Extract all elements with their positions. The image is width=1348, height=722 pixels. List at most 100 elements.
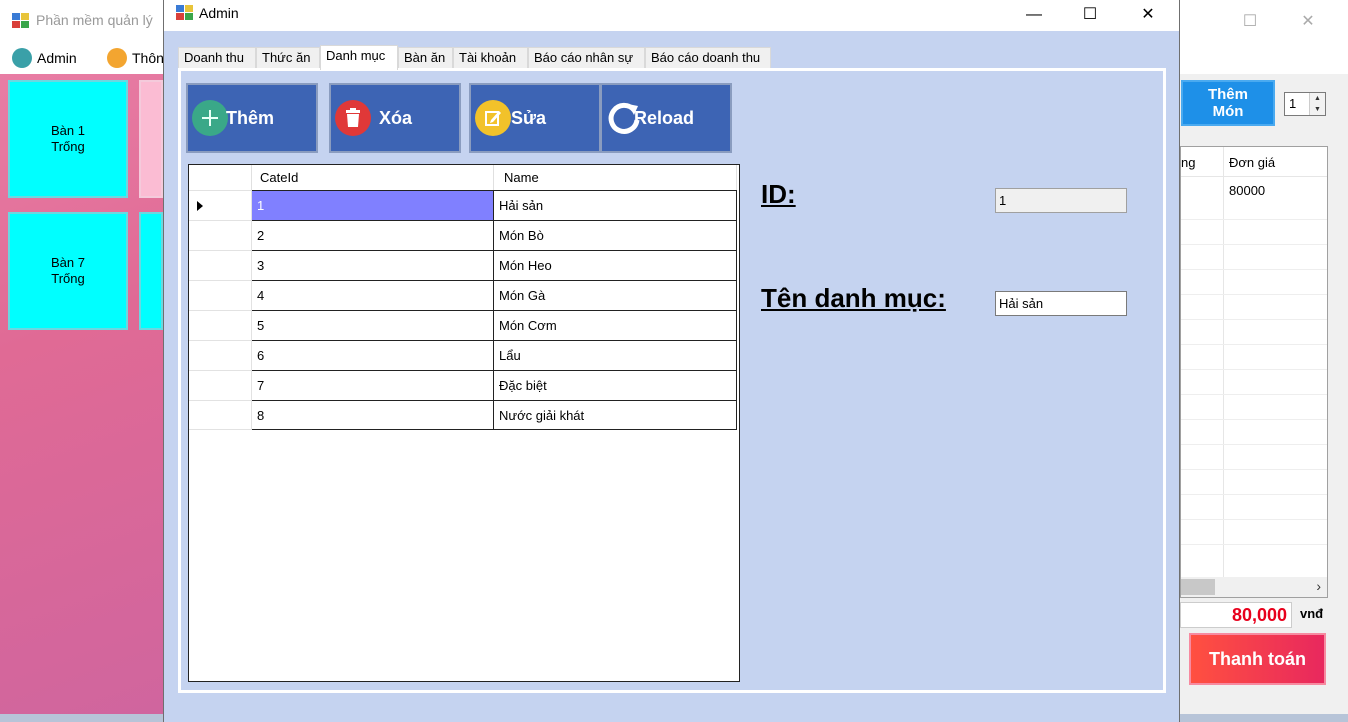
stepper-down-icon[interactable]: ▼ xyxy=(1310,104,1325,115)
row-selector[interactable] xyxy=(189,190,252,220)
cell-cateid[interactable]: 7 xyxy=(252,370,494,400)
tab-accounts[interactable]: Tài khoản xyxy=(453,47,528,69)
category-name-field[interactable]: Hải sản xyxy=(995,291,1127,316)
row-divider xyxy=(1181,544,1327,545)
total-price-field: 80,000 xyxy=(1180,602,1292,628)
cell-cateid[interactable]: 5 xyxy=(252,310,494,340)
cell-name[interactable]: Nước giải khát xyxy=(494,400,737,430)
cell-name[interactable]: Món Bò xyxy=(494,220,737,250)
bill-list[interactable]: ng Đơn giá 80000 › xyxy=(1180,146,1328,598)
scrollbar-thumb[interactable] xyxy=(1181,579,1215,595)
app-icon xyxy=(176,5,194,24)
cell-name[interactable]: Món Heo xyxy=(494,250,737,280)
pay-button[interactable]: Thanh toán xyxy=(1189,633,1326,685)
row-selector[interactable] xyxy=(189,280,252,310)
cell-cateid[interactable]: 2 xyxy=(252,220,494,250)
table-name: Bàn 1 xyxy=(51,123,85,138)
chevron-right-icon[interactable]: › xyxy=(1316,578,1321,594)
admin-icon xyxy=(12,48,32,68)
cell-cateid[interactable]: 6 xyxy=(252,340,494,370)
stepper-up-icon[interactable]: ▲ xyxy=(1310,93,1325,104)
column-header-cateid[interactable]: CateId xyxy=(252,165,494,191)
minimize-icon[interactable]: — xyxy=(1011,0,1057,31)
maximize-icon[interactable]: ☐ xyxy=(1230,10,1270,34)
menu-item-label: Admin xyxy=(37,50,77,66)
cell-name[interactable]: Đặc biệt xyxy=(494,370,737,400)
tab-food[interactable]: Thức ăn xyxy=(256,47,320,69)
id-field[interactable]: 1 xyxy=(995,188,1127,213)
horizontal-scrollbar[interactable]: › xyxy=(1181,577,1327,597)
cell-name[interactable]: Hải sản xyxy=(494,190,737,220)
menu-item-admin[interactable]: Admin xyxy=(12,47,77,69)
row-divider xyxy=(1181,244,1327,245)
admin-title-bar: Admin — ☐ ✕ xyxy=(164,0,1179,31)
menu-item-label: Thôn xyxy=(132,50,164,66)
bill-list-header: ng Đơn giá xyxy=(1181,147,1327,177)
cell-name[interactable]: Lẩu xyxy=(494,340,737,370)
cell-cateid[interactable]: 3 xyxy=(252,250,494,280)
reload-button-label: Reload xyxy=(634,107,695,128)
trash-icon xyxy=(335,100,371,136)
add-dish-button[interactable]: Thêm Món xyxy=(1181,80,1275,126)
cell-name[interactable]: Món Gà xyxy=(494,280,737,310)
row-selector[interactable] xyxy=(189,250,252,280)
row-selector[interactable] xyxy=(189,340,252,370)
cell-cateid[interactable]: 4 xyxy=(252,280,494,310)
edit-button-label: Sửa xyxy=(511,107,547,128)
column-divider xyxy=(1223,147,1224,577)
maximize-icon[interactable]: ☐ xyxy=(1067,0,1113,31)
cell-name[interactable]: Món Cơm xyxy=(494,310,737,340)
plus-icon xyxy=(192,100,228,136)
currency-label: vnđ xyxy=(1300,606,1324,621)
reload-button[interactable]: Reload xyxy=(600,83,732,153)
tab-revenue[interactable]: Doanh thu xyxy=(178,47,256,69)
app-icon xyxy=(12,13,30,32)
row-selector[interactable] xyxy=(189,310,252,340)
row-selector[interactable] xyxy=(189,220,252,250)
row-divider xyxy=(1181,469,1327,470)
row-divider xyxy=(1181,319,1327,320)
close-icon[interactable]: ✕ xyxy=(1288,10,1328,34)
row-divider xyxy=(1181,294,1327,295)
tab-tables[interactable]: Bàn ăn xyxy=(398,47,453,69)
table-tile[interactable] xyxy=(139,212,163,330)
table-tile[interactable] xyxy=(139,80,163,198)
add-button[interactable]: Thêm xyxy=(186,83,318,153)
cell-cateid[interactable]: 8 xyxy=(252,400,494,430)
row-divider xyxy=(1181,269,1327,270)
table-status: Trống xyxy=(51,271,85,286)
edit-button[interactable]: Sửa xyxy=(469,83,601,153)
tab-category[interactable]: Danh mục xyxy=(320,45,398,70)
bill-column-header: Đơn giá xyxy=(1229,155,1276,170)
row-selector[interactable] xyxy=(189,370,252,400)
main-window-controls: ☐ ✕ xyxy=(1180,0,1348,42)
tab-revenue-report[interactable]: Báo cáo doanh thu xyxy=(645,47,771,69)
table-name: Bàn 7 xyxy=(51,255,85,270)
row-selector[interactable] xyxy=(189,400,252,430)
stepper-buttons[interactable]: ▲ ▼ xyxy=(1309,93,1325,115)
category-grid[interactable]: CateId Name 1 Hải sản 2 Món Bò 3 Món Heo xyxy=(188,164,740,682)
category-panel: Thêm Xóa Sửa Reload CateId Name 1 Hải sả… xyxy=(181,71,1163,690)
id-label: ID: xyxy=(761,179,796,209)
add-dish-label-line2: Món xyxy=(1212,103,1244,120)
edit-icon xyxy=(475,100,511,136)
tab-staff-report[interactable]: Báo cáo nhân sự xyxy=(528,47,645,69)
table-tile[interactable]: Bàn 7 Trống xyxy=(8,212,128,330)
row-divider xyxy=(1181,494,1327,495)
quantity-stepper[interactable]: 1 ▲ ▼ xyxy=(1284,92,1326,116)
table-tile[interactable]: Bàn 1 Trống xyxy=(8,80,128,198)
cell-cateid[interactable]: 1 xyxy=(252,190,494,220)
menu-item-info[interactable]: Thôn xyxy=(107,47,164,69)
row-divider xyxy=(1181,394,1327,395)
bill-item-price: 80000 xyxy=(1229,183,1266,198)
category-name-label: Tên danh mục: xyxy=(761,283,946,313)
current-row-icon xyxy=(197,201,203,211)
close-icon[interactable]: ✕ xyxy=(1125,0,1171,31)
user-icon xyxy=(107,48,127,68)
column-header-name[interactable]: Name xyxy=(494,165,737,191)
delete-button-label: Xóa xyxy=(379,107,413,128)
row-divider xyxy=(1181,369,1327,370)
row-divider xyxy=(1181,444,1327,445)
delete-button[interactable]: Xóa xyxy=(329,83,461,153)
add-dish-label-line1: Thêm xyxy=(1207,86,1248,103)
